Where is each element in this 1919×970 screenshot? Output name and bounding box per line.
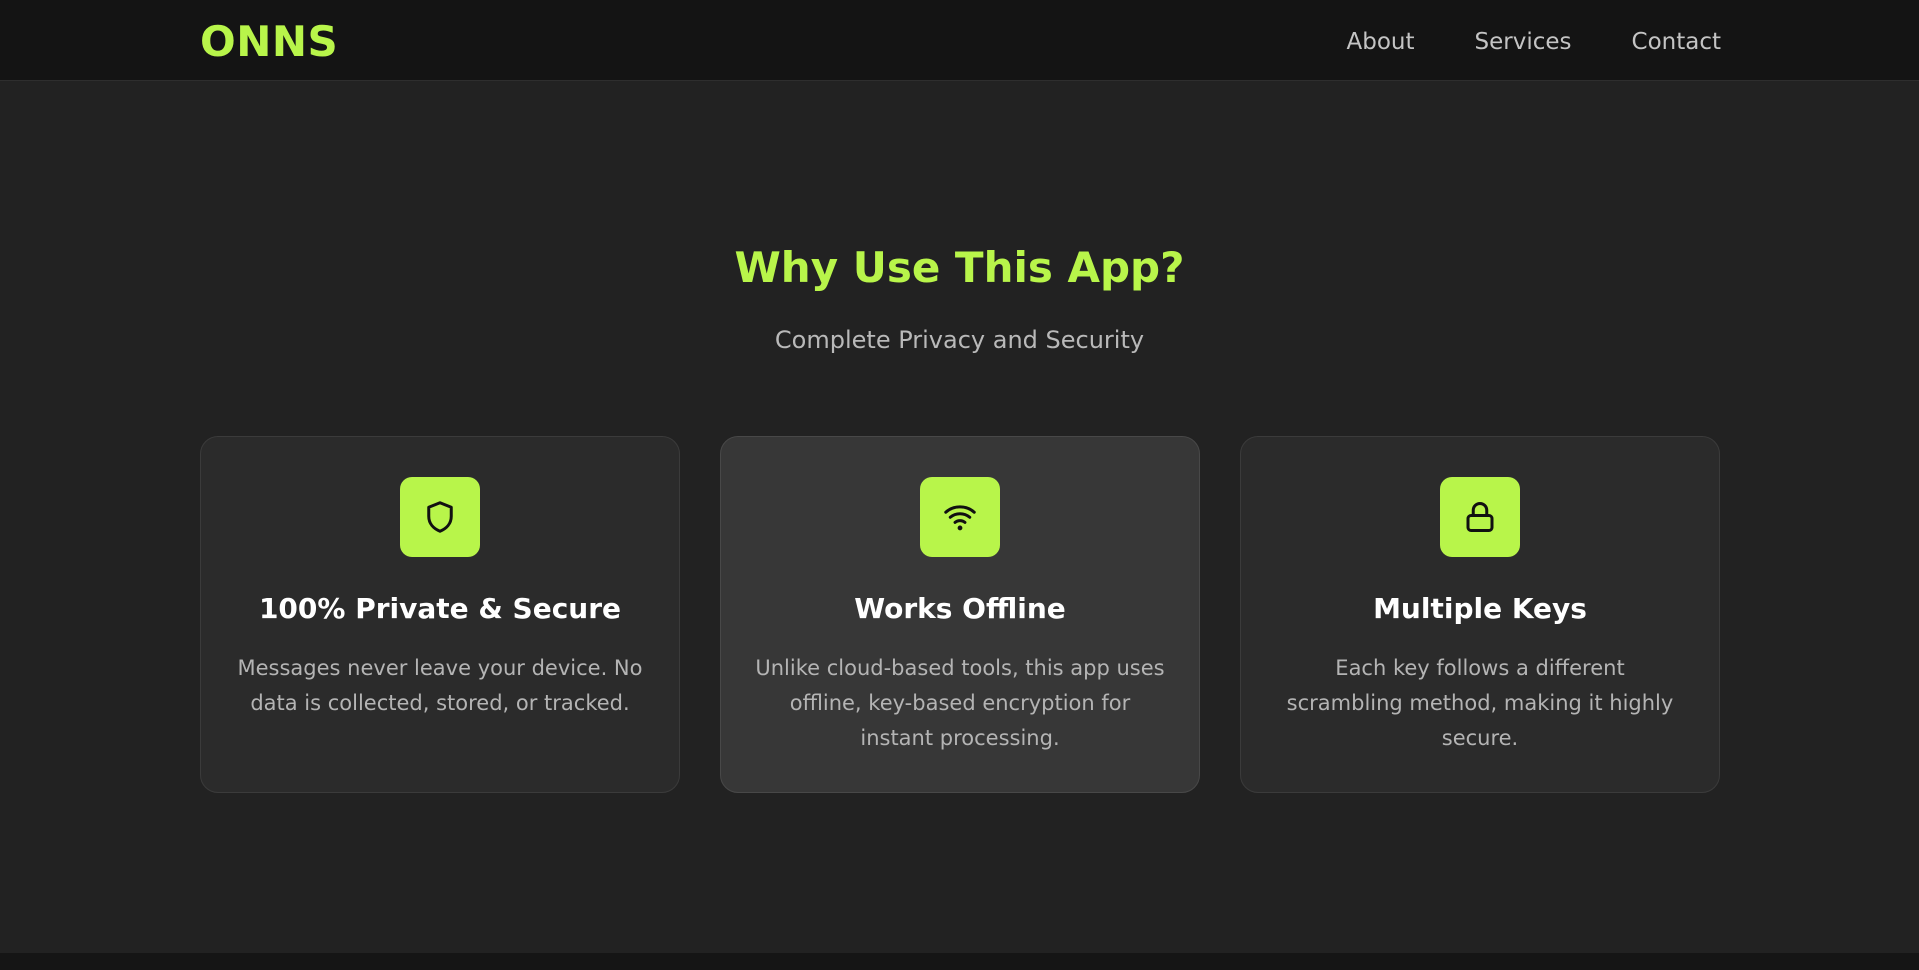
feature-title: Multiple Keys	[1373, 592, 1587, 625]
lock-icon	[1440, 477, 1520, 557]
site-header: ONNS About Services Contact	[0, 0, 1919, 81]
feature-title: Works Offline	[854, 592, 1066, 625]
feature-title: 100% Private & Secure	[258, 592, 622, 625]
nav-link-services[interactable]: Services	[1475, 24, 1572, 60]
feature-card-offline: Works Offline Unlike cloud-based tools, …	[720, 436, 1200, 793]
feature-card-keys: Multiple Keys Each key follows a differe…	[1240, 436, 1720, 793]
section-title: Why Use This App?	[734, 243, 1185, 292]
feature-cards: 100% Private & Secure Messages never lea…	[200, 436, 1720, 793]
wifi-icon	[920, 477, 1000, 557]
nav-link-about[interactable]: About	[1347, 24, 1415, 60]
feature-description: Each key follows a different scrambling …	[1286, 656, 1674, 750]
nav-link-contact[interactable]: Contact	[1632, 24, 1721, 60]
shield-icon	[400, 477, 480, 557]
main-nav: About Services Contact	[1347, 24, 1722, 60]
feature-description: Unlike cloud-based tools, this app uses …	[755, 656, 1165, 750]
section-subtitle: Complete Privacy and Security	[774, 326, 1145, 354]
footer	[0, 953, 1919, 970]
logo[interactable]: ONNS	[200, 18, 338, 66]
feature-card-private: 100% Private & Secure Messages never lea…	[200, 436, 680, 793]
feature-description: Messages never leave your device. No dat…	[237, 656, 643, 715]
